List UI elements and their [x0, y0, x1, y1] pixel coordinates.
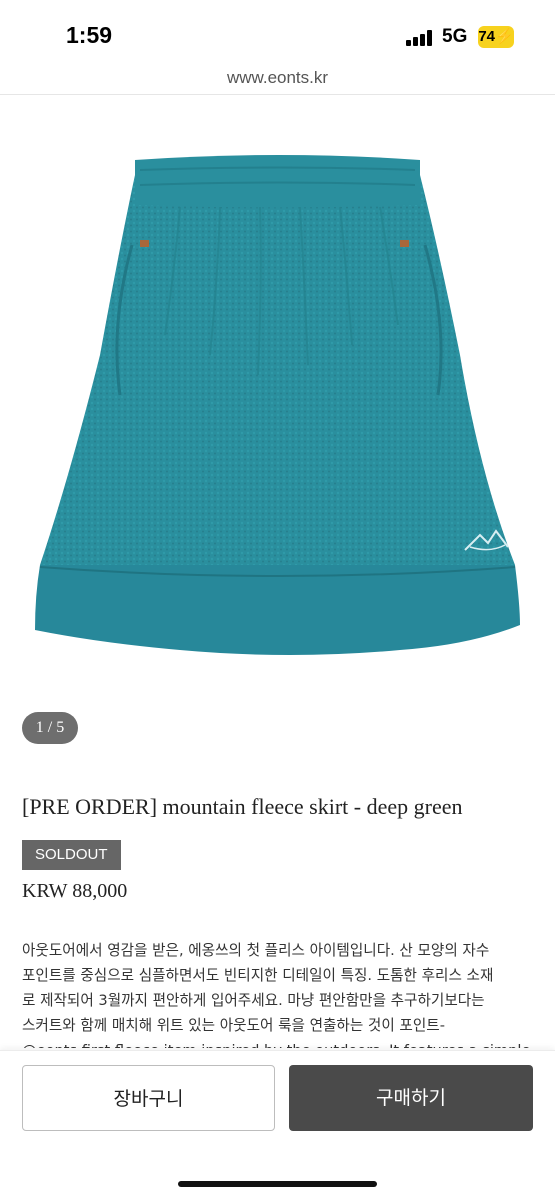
status-time: 1:59: [66, 22, 113, 48]
signal-icon: [406, 30, 436, 46]
product-title: [PRE ORDER] mountain fleece skirt - deep…: [22, 794, 463, 819]
description-line: @eonts first fleece item inspired by the…: [22, 1038, 537, 1048]
description-line: 로 제작되어 3월까지 편안하게 입어주세요. 마냥 편안함만을 추구하기보다는: [22, 992, 485, 1009]
skirt-illustration: [35, 155, 520, 655]
address-bar[interactable]: www.eonts.kr: [0, 62, 555, 94]
soldout-badge: SOLDOUT: [22, 840, 121, 870]
description-line: 아웃도어에서 영감을 받은, 에옹쓰의 첫 플리스 아이템입니다. 산 모양의 …: [22, 942, 490, 959]
home-indicator: [178, 1181, 377, 1187]
status-bar: 1:59 5G 74⚡: [0, 0, 555, 70]
battery-icon: 74⚡: [478, 26, 514, 48]
product-price: KRW 88,000: [22, 880, 128, 902]
bottom-action-bar: 장바구니 구매하기: [0, 1050, 555, 1201]
image-counter: 1 / 5: [22, 712, 78, 744]
add-to-cart-button[interactable]: 장바구니: [22, 1065, 275, 1131]
description-line: 스커트와 함께 매치해 위트 있는 아웃도어 룩을 연출하는 것이 포인트-: [22, 1017, 445, 1034]
battery-level: 74: [478, 28, 495, 45]
network-label: 5G: [442, 26, 468, 47]
description-line: 포인트를 중심으로 심플하면서도 빈티지한 디테일이 특징. 도톰한 후리스 소…: [22, 967, 494, 984]
product-description: 아웃도어에서 영감을 받은, 에옹쓰의 첫 플리스 아이템입니다. 산 모양의 …: [22, 938, 537, 1048]
buy-now-button[interactable]: 구매하기: [289, 1065, 533, 1131]
product-image[interactable]: [0, 95, 555, 755]
